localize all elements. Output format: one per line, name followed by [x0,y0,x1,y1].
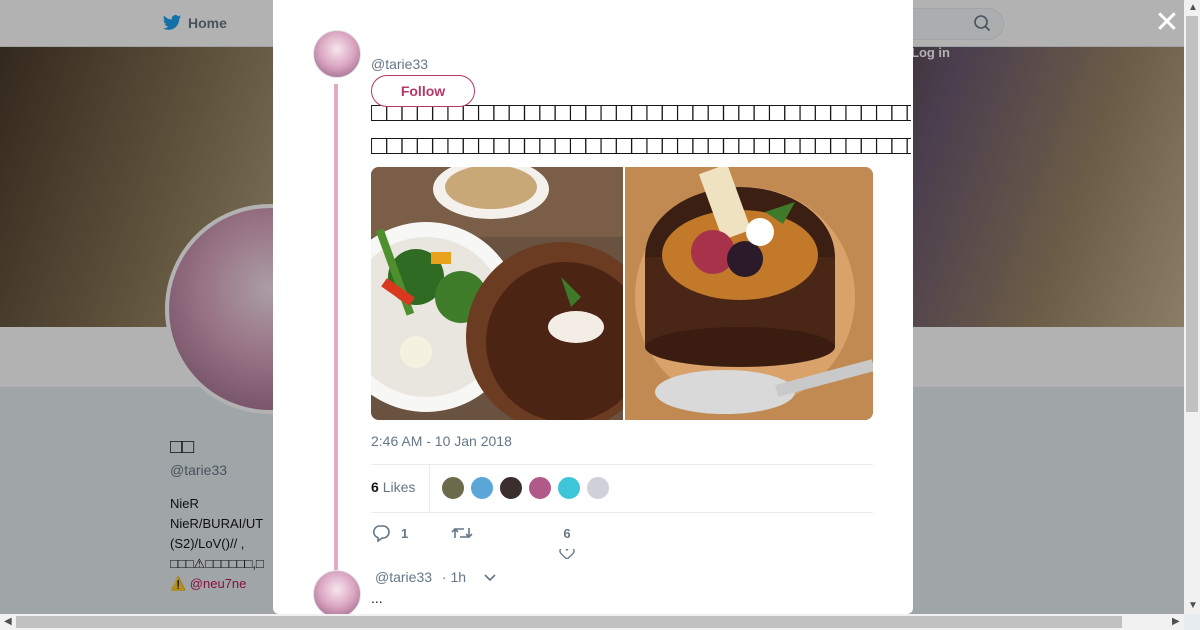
tweet-modal: @tarie33 □□□□□□□□□□□□□□□□□□□□□□□□□□□□□□□… [273,0,913,614]
food-photo-dessert [625,167,873,420]
likes-row: 6 Likes [371,464,873,513]
liker-avatars [441,465,621,512]
divider [429,465,430,512]
reply-count: 1 [401,525,409,541]
tweet-timestamp[interactable]: 2:46 AM - 10 Jan 2018 [371,433,512,449]
chevron-down-icon[interactable] [484,574,496,582]
retweet-button[interactable] [451,524,473,542]
like-button[interactable]: 6 [559,526,575,559]
tweet-actions: 1 6 [371,520,873,560]
scroll-left-arrow-icon[interactable]: ◀ [4,616,12,627]
horizontal-scroll-thumb[interactable] [16,616,1122,628]
reply-time[interactable]: · 1h [442,569,466,585]
follow-button[interactable]: Follow [371,75,475,107]
food-photo-curry [371,167,656,420]
liker-avatar[interactable] [528,476,552,500]
like-count: 6 [563,526,571,541]
likes-label: Likes [382,479,416,495]
scroll-right-arrow-icon[interactable]: ▶ [1172,616,1180,627]
tweet-photo[interactable] [371,167,656,420]
retweet-icon [451,527,473,539]
liker-avatar[interactable] [441,476,465,500]
reply-header: @tarie33 · 1h [375,569,496,585]
reply-icon [372,525,390,542]
vertical-scroll-thumb[interactable] [1186,16,1198,412]
reply-button[interactable]: 1 [371,524,408,542]
tweet-author-handle[interactable]: @tarie33 [371,56,428,72]
reply-text: ... [371,590,383,606]
close-icon[interactable]: ✕ [1152,8,1182,38]
liker-avatar[interactable] [557,476,581,500]
thread-line [334,84,338,574]
avatar[interactable] [313,570,361,614]
liker-avatar[interactable] [586,476,610,500]
tweet-text-line: □□□□□□□□□□□□□□□□□□□□□□□□□□□□□□□□□□□□□□□□… [371,130,911,160]
tweet-photo[interactable] [625,167,873,420]
liker-avatar[interactable] [499,476,523,500]
reply-author-handle[interactable]: @tarie33 [375,569,432,585]
likes-count[interactable]: 6 Likes [371,479,415,495]
avatar[interactable] [313,30,361,78]
likes-number: 6 [371,479,379,495]
tweet-media [371,167,873,420]
heart-icon [559,549,575,559]
scroll-down-arrow-icon[interactable]: ▼ [1188,600,1198,611]
scroll-up-arrow-icon[interactable]: ▲ [1188,2,1198,13]
liker-avatar[interactable] [470,476,494,500]
